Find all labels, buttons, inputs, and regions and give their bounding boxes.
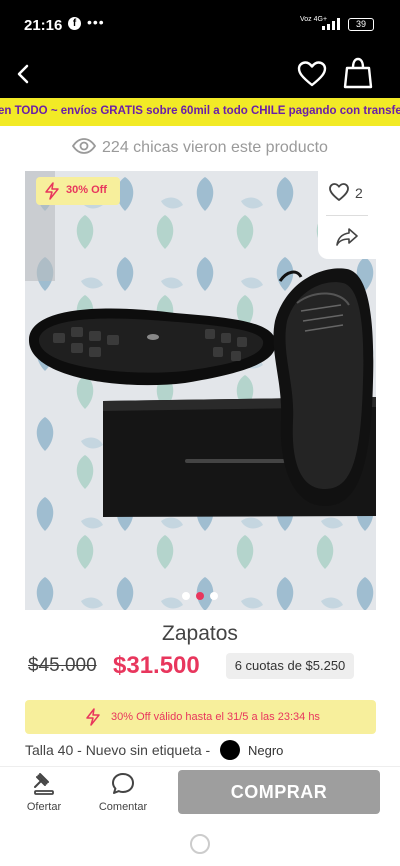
pager-dot[interactable] [210,592,218,600]
viewers-text: 224 chicas vieron este producto [102,139,328,156]
status-bar: 21:16 f ••• Voz 4G+ 39 [0,0,400,50]
home-indicator-icon[interactable] [190,834,210,854]
comentar-button[interactable]: Comentar [96,771,150,813]
promo-banner-text: en TODO ~ envíos GRATIS sobre 60mil a to… [0,105,400,117]
offer-validity-banner: 30% Off válido hasta el 31/5 a las 23:34… [25,700,376,734]
product-details: Talla 40 - Nuevo sin etiqueta - Negro [25,740,283,762]
discount-badge-label: 30% Off [66,184,107,196]
color-name: Negro [248,743,284,758]
app-bar [0,50,400,98]
pager-dot-active[interactable] [196,592,204,600]
like-count: 2 [355,185,363,201]
installments-badge: 6 cuotas de $5.250 [226,653,354,679]
promo-banner-content: en TODO ~ envíos GRATIS sobre 60mil a to… [0,105,400,117]
comment-bubble-icon [112,773,134,794]
size-condition-text: Talla 40 - Nuevo sin etiqueta - [25,742,211,758]
shopping-bag-icon[interactable] [342,56,374,90]
bottom-action-bar: Ofertar Comentar COMPRAR [0,766,400,826]
image-side-actions: 2 [318,171,376,259]
discounted-price: $31.500 [113,652,200,679]
product-title: Zapatos [162,622,238,645]
facebook-notification-icon: f [68,17,81,30]
viewers-counter: 224 chicas vieron este producto [0,138,400,162]
comentar-label: Comentar [98,801,148,813]
divider [326,215,368,216]
share-arrow-icon[interactable] [336,227,358,247]
offer-validity-text: 30% Off válido hasta el 31/5 a las 23:34… [111,711,320,723]
ofertar-button[interactable]: Ofertar [22,771,66,813]
discount-badge: 30% Off [36,177,120,205]
original-price: $45.000 [28,655,97,676]
more-notifications-icon: ••• [87,14,105,30]
battery-icon: 39 [348,18,374,31]
like-heart-icon[interactable] [328,181,350,203]
status-time: 21:16 [24,17,63,34]
eye-icon [72,138,97,154]
buy-button[interactable]: COMPRAR [178,770,380,814]
gavel-icon [34,773,54,795]
back-arrow-icon[interactable] [12,60,36,88]
color-swatch [220,740,241,760]
lightning-icon [86,708,100,726]
pager-dot[interactable] [182,592,190,600]
image-pager [180,592,220,602]
system-nav-bar [0,826,400,866]
favorite-heart-icon[interactable] [296,58,328,90]
signal-icon [322,18,340,30]
promo-banner: en TODO ~ envíos GRATIS sobre 60mil a to… [0,98,400,126]
lightning-icon [45,182,59,200]
ofertar-label: Ofertar [26,801,62,813]
